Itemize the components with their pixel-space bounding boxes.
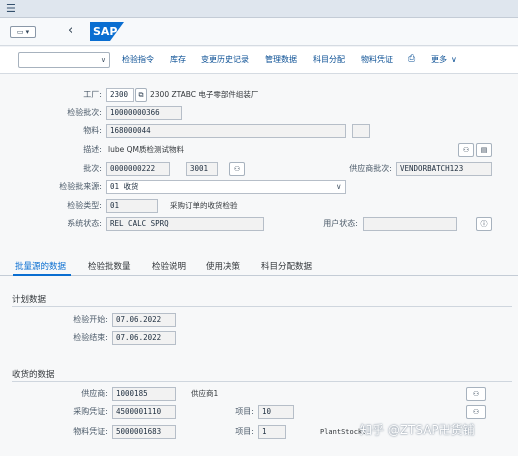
stock-button[interactable]: 库存	[170, 55, 186, 65]
po-item-label: 项目:	[235, 407, 254, 416]
origin-chevron-down-icon[interactable]: ∨	[336, 180, 342, 194]
material-field[interactable]: 168000044	[106, 124, 346, 138]
tab-inspection-specs[interactable]: 检验说明	[152, 261, 186, 273]
matdoc-item-field[interactable]: 1	[258, 425, 286, 439]
shell-header	[0, 18, 518, 46]
material-doc-field[interactable]: 5000001683	[112, 425, 176, 439]
inspection-end-label: 检验结束:	[73, 333, 108, 342]
sap-logo: SAP	[90, 22, 124, 41]
plant-field[interactable]: 2300	[106, 88, 134, 102]
inspection-lot-label: 检验批次:	[67, 108, 102, 117]
material-document-button[interactable]: 物料凭证	[361, 55, 393, 65]
inspection-end-field[interactable]: 07.06.2022	[112, 331, 176, 345]
inspection-start-field[interactable]: 07.06.2022	[112, 313, 176, 327]
description-value: lube QM质检测试物料	[108, 145, 184, 154]
vendor-field[interactable]: 1000185	[112, 387, 176, 401]
more-button[interactable]: 更多	[431, 55, 447, 65]
copy-icon[interactable]: ⧉	[135, 88, 147, 102]
po-glasses-icon[interactable]: ⚇	[466, 405, 486, 419]
system-status-label: 系统状态:	[67, 219, 102, 228]
watermark: 知乎 @ZTSAP卍货铺	[360, 423, 475, 437]
inspection-type-field[interactable]: 01	[106, 199, 158, 213]
tab-usage-decision[interactable]: 使用决策	[206, 261, 240, 273]
receipt-section-title: 收货的数据	[12, 370, 55, 380]
lot-origin-label: 检验批来源:	[59, 182, 102, 191]
purchase-doc-label: 采购凭证:	[73, 407, 108, 416]
material-extra-field[interactable]	[352, 124, 370, 138]
plant-label: 工厂:	[83, 90, 102, 99]
user-status-field[interactable]	[363, 217, 457, 231]
matdoc-item-label: 项目:	[235, 427, 254, 436]
chevron-down-icon[interactable]: ∨	[101, 56, 106, 64]
system-status-field[interactable]: REL CALC SPRQ	[106, 217, 264, 231]
plan-section-divider	[12, 306, 512, 307]
change-history-button[interactable]: 变更历史记录	[201, 55, 249, 65]
inspection-lot-field[interactable]: 10000000366	[106, 106, 182, 120]
vendor-glasses-icon[interactable]: ⚇	[466, 387, 486, 401]
lot-origin-select[interactable]: 01 收货	[106, 180, 346, 194]
receipt-section-divider	[12, 381, 512, 382]
hamburger-menu-icon[interactable]: ☰	[6, 3, 16, 14]
batch-glasses-icon[interactable]: ⚇	[229, 162, 245, 176]
active-tab-indicator	[13, 274, 71, 276]
vendor-label: 供应商:	[81, 389, 108, 398]
tab-account-assignment-data[interactable]: 科目分配数据	[261, 261, 312, 273]
more-chevron-down-icon[interactable]: ∨	[451, 55, 457, 65]
po-item-field[interactable]: 10	[258, 405, 294, 419]
user-status-label: 用户状态:	[323, 219, 358, 228]
back-arrow-icon[interactable]: ‹	[68, 24, 73, 38]
description-label: 描述:	[83, 145, 102, 154]
inspection-order-button[interactable]: 检验指令	[122, 55, 154, 65]
sap-logo-text: SAP	[93, 25, 118, 38]
admin-data-button[interactable]: 管理数据	[265, 55, 297, 65]
vendor-batch-field[interactable]: VENDORBATCH123	[396, 162, 492, 176]
menu-bar	[0, 0, 518, 18]
inspection-start-label: 检验开始:	[73, 315, 108, 324]
material-label: 物料:	[83, 126, 102, 135]
vendor-batch-label: 供应商批次:	[349, 164, 392, 173]
vendor-name: 供应商1	[191, 389, 219, 398]
info-icon[interactable]: ⓘ	[476, 217, 492, 231]
plant-description: 2300 ZTABC 电子零部件组装厂	[150, 90, 259, 99]
document-icon[interactable]: ▤	[476, 143, 492, 157]
batch-extra-field[interactable]: 3001	[186, 162, 218, 176]
account-assignment-button[interactable]: 科目分配	[313, 55, 345, 65]
inspection-type-label: 检验类型:	[67, 201, 102, 210]
print-icon[interactable]: ⎙	[408, 54, 415, 64]
plan-section-title: 计划数据	[12, 295, 47, 305]
batch-label: 批次:	[83, 164, 102, 173]
tab-strip	[0, 259, 518, 276]
window-menu-icon[interactable]: ▭ ▾	[10, 26, 36, 38]
material-doc-label: 物料凭证:	[73, 427, 108, 436]
batch-field[interactable]: 0000000222	[106, 162, 170, 176]
glasses-icon[interactable]: ⚇	[458, 143, 474, 157]
tab-lot-quantity[interactable]: 检验批数量	[88, 261, 131, 273]
purchase-doc-field[interactable]: 4500001110	[112, 405, 176, 419]
tab-lot-origin-data[interactable]: 批量源的数据	[15, 261, 66, 273]
inspection-type-description: 采购订单的收货检验	[170, 201, 238, 210]
command-field[interactable]: ∨	[18, 52, 110, 68]
